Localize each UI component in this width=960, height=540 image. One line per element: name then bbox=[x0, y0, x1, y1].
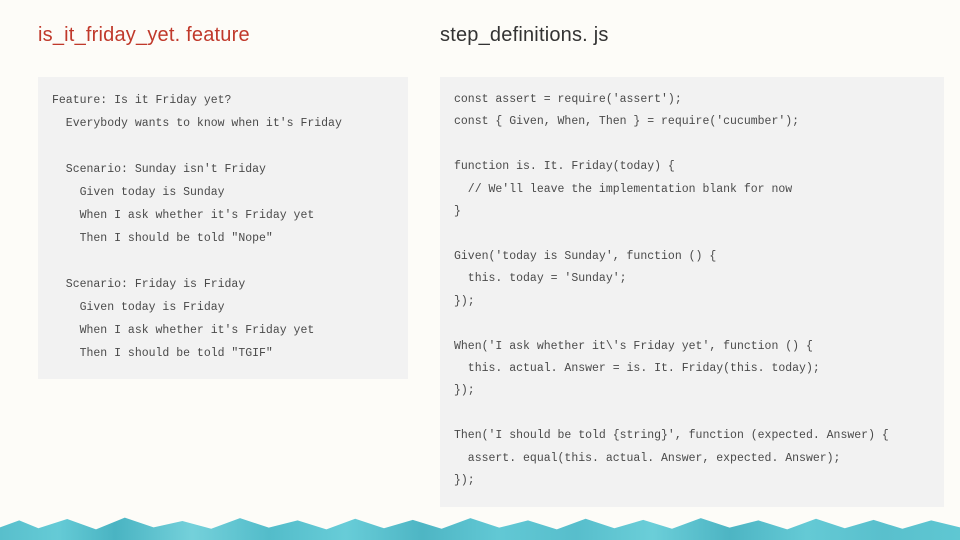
left-column: is_it_friday_yet. feature Feature: Is it… bbox=[38, 24, 408, 530]
stepdefs-file-heading: step_definitions. js bbox=[440, 24, 944, 47]
feature-code-block: Feature: Is it Friday yet? Everybody wan… bbox=[38, 77, 408, 379]
right-column: step_definitions. js const assert = requ… bbox=[440, 24, 944, 530]
feature-file-heading: is_it_friday_yet. feature bbox=[38, 24, 408, 47]
slide-columns: is_it_friday_yet. feature Feature: Is it… bbox=[0, 0, 960, 540]
stepdefs-code-block: const assert = require('assert'); const … bbox=[440, 77, 944, 507]
